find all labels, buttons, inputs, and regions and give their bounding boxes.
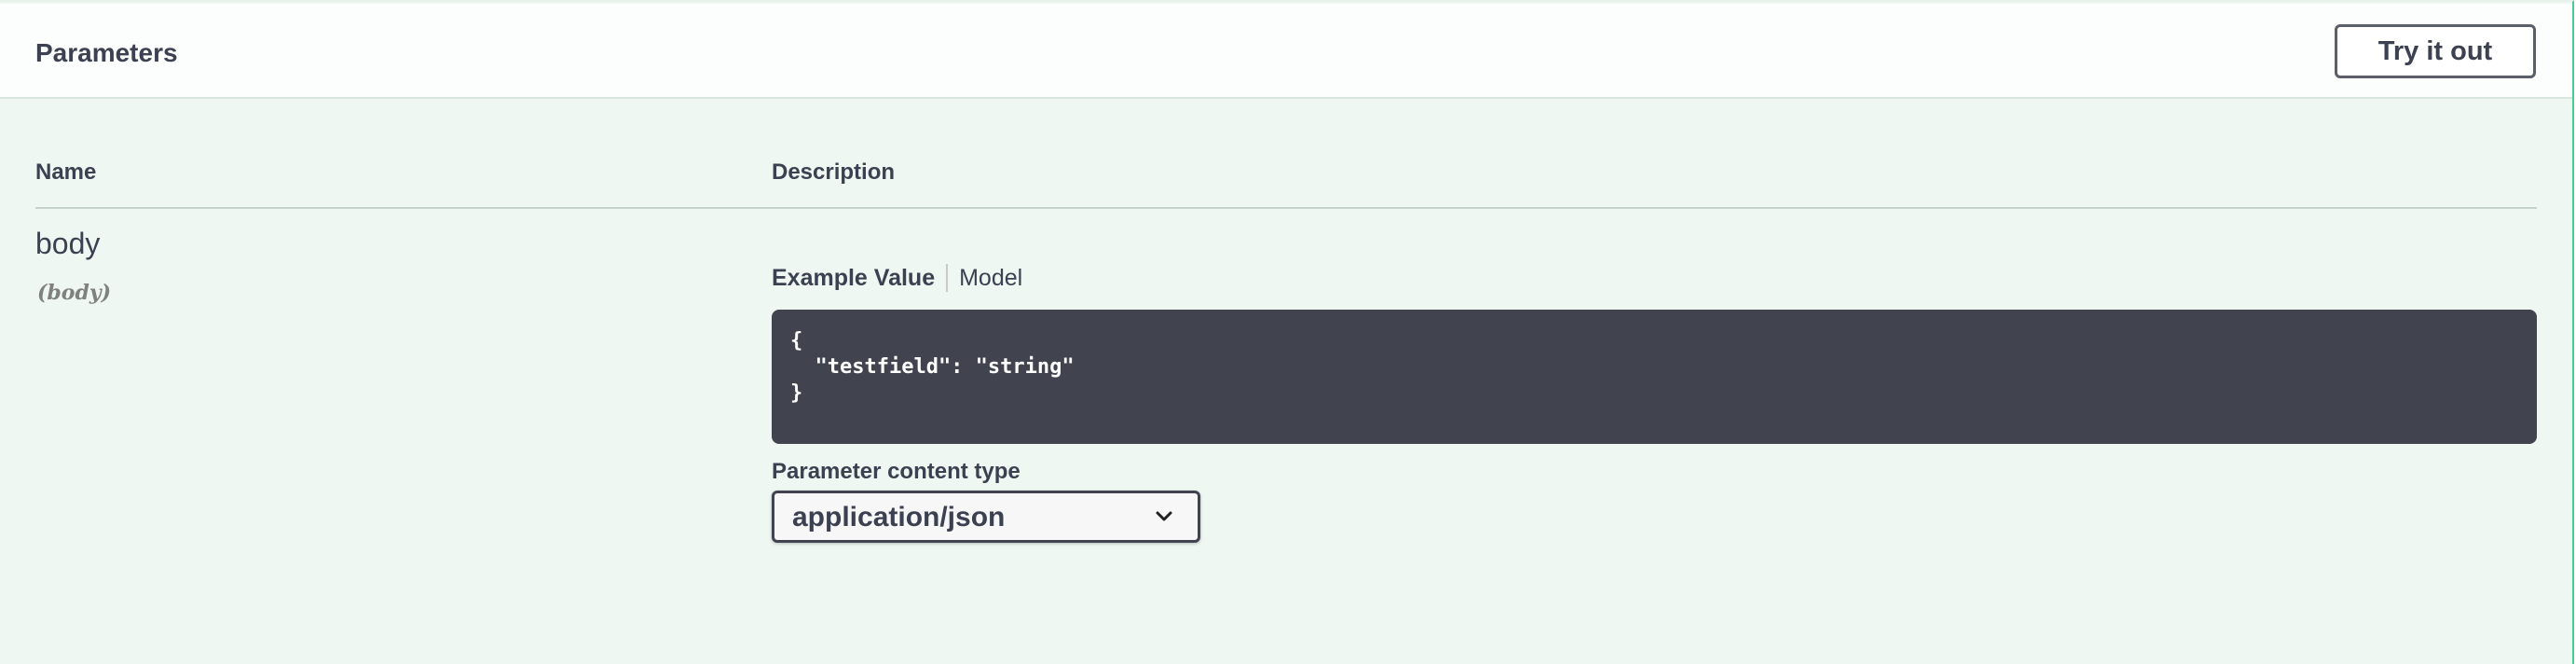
example-value-code: { "testfield": "string" } (772, 310, 2537, 444)
parameter-location: (body) (37, 281, 112, 305)
name-column-header: Name (35, 159, 97, 185)
example-model-tabs: Example Value Model (772, 263, 1022, 293)
parameters-section-header: Parameters Try it out (0, 4, 2572, 99)
parameter-name: body (35, 227, 101, 260)
table-header-divider (35, 207, 2537, 209)
content-type-selected-value: application/json (792, 502, 1006, 533)
content-type-label: Parameter content type (772, 459, 1021, 484)
chevron-down-icon (1156, 511, 1172, 521)
tab-model[interactable]: Model (959, 264, 1022, 292)
tab-example-value[interactable]: Example Value (772, 264, 935, 292)
tab-divider (946, 264, 949, 292)
description-column-header: Description (772, 159, 896, 185)
operation-block: Parameters Try it out Name Description b… (0, 0, 2574, 664)
try-it-out-button[interactable]: Try it out (2335, 24, 2536, 78)
content-type-select[interactable]: application/json (772, 491, 1200, 543)
parameters-title: Parameters (35, 38, 178, 67)
